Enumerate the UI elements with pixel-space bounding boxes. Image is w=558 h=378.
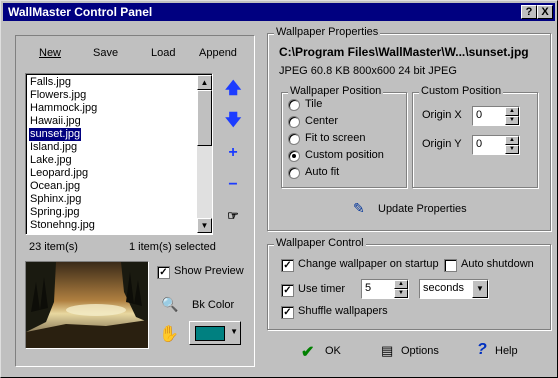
auto-shutdown-checkbox[interactable] bbox=[444, 259, 457, 272]
add-icon[interactable]: + bbox=[225, 145, 241, 161]
position-option-label: Custom position bbox=[305, 149, 384, 161]
file-listbox[interactable]: Falls.jpg Flowers.jpg Hammock.jpg Hawaii.jp… bbox=[25, 73, 213, 235]
wallpaper-properties-label: Wallpaper Properties bbox=[274, 26, 381, 38]
position-option-label: Tile bbox=[305, 98, 323, 110]
list-item[interactable]: sunset.jpg bbox=[27, 127, 83, 142]
wallpaper-position-label: Wallpaper Position bbox=[288, 85, 384, 97]
window-title: WallMaster Control Panel bbox=[8, 5, 153, 19]
spin-up-icon[interactable]: ▲ bbox=[394, 280, 408, 289]
list-item[interactable]: Leopard.jpg bbox=[29, 167, 89, 180]
auto-shutdown-label: Auto shutdown bbox=[461, 258, 534, 270]
control-panel-window: WallMaster Control Panel ? X New Save Lo… bbox=[0, 0, 558, 378]
origin-y-label: Origin Y bbox=[422, 138, 462, 150]
position-radio[interactable] bbox=[288, 99, 300, 111]
options-button[interactable]: Options bbox=[401, 345, 439, 357]
timer-spinner[interactable]: 5 ▲ ▼ bbox=[361, 279, 409, 299]
list-item[interactable]: Falls.jpg bbox=[29, 76, 72, 89]
shuffle-checkbox[interactable]: ✓ bbox=[281, 306, 294, 319]
help-title-button[interactable]: ? bbox=[521, 5, 537, 19]
timer-value: 5 bbox=[365, 282, 372, 294]
spin-up-icon[interactable]: ▲ bbox=[505, 136, 519, 145]
use-timer-checkbox[interactable]: ✓ bbox=[281, 284, 294, 297]
scroll-down-arrow-icon[interactable]: ▼ bbox=[197, 218, 212, 233]
list-item[interactable]: Flowers.jpg bbox=[29, 89, 87, 102]
list-item[interactable]: Sphinx.jpg bbox=[29, 193, 82, 206]
bk-color-label: Bk Color bbox=[192, 299, 235, 311]
position-radio[interactable] bbox=[288, 167, 300, 179]
origin-y-value: 0 bbox=[476, 138, 483, 150]
hand-icon[interactable]: ✋ bbox=[159, 324, 179, 344]
options-icon[interactable]: ▤ bbox=[381, 343, 393, 359]
new-label: New bbox=[39, 47, 62, 59]
title-bar[interactable]: WallMaster Control Panel ? X bbox=[3, 3, 555, 21]
dropdown-arrow-icon[interactable]: ▼ bbox=[472, 280, 488, 298]
wallpaper-control-label: Wallpaper Control bbox=[274, 237, 366, 249]
close-title-button[interactable]: X bbox=[537, 5, 553, 19]
position-option-label: Auto fit bbox=[305, 166, 340, 178]
bk-color-swatch bbox=[195, 326, 225, 341]
list-item[interactable]: Hammock.jpg bbox=[29, 102, 98, 115]
zoom-icon[interactable]: 🔍 bbox=[161, 296, 178, 313]
spin-down-icon[interactable]: ▼ bbox=[505, 116, 519, 125]
origin-x-value: 0 bbox=[476, 109, 483, 121]
show-preview-checkbox[interactable]: ✓ bbox=[157, 266, 170, 279]
position-radio[interactable] bbox=[288, 150, 300, 162]
show-preview-label: Show Preview bbox=[174, 265, 244, 277]
custom-position-label: Custom Position bbox=[419, 85, 504, 97]
change-on-startup-checkbox[interactable]: ✓ bbox=[281, 259, 294, 272]
dropdown-arrow-icon: ▼ bbox=[230, 327, 238, 336]
use-timer-label: Use timer bbox=[298, 283, 346, 295]
update-properties-icon[interactable]: ✎ bbox=[353, 200, 365, 217]
move-up-icon[interactable]: 🡅 bbox=[225, 81, 241, 97]
origin-x-label: Origin X bbox=[422, 109, 462, 121]
help-icon[interactable]: ? bbox=[477, 341, 487, 359]
list-item[interactable]: Ocean.jpg bbox=[29, 180, 81, 193]
change-on-startup-label: Change wallpaper on startup bbox=[298, 258, 439, 270]
list-item[interactable]: Lake.jpg bbox=[29, 154, 73, 167]
list-item[interactable]: Stonehng.jpg bbox=[29, 219, 96, 232]
origin-x-spinner[interactable]: 0 ▲ ▼ bbox=[472, 106, 520, 126]
position-radio[interactable] bbox=[288, 116, 300, 128]
bk-color-picker[interactable]: ▼ bbox=[189, 321, 241, 345]
selected-count: 1 item(s) selected bbox=[129, 241, 216, 253]
position-radio[interactable] bbox=[288, 133, 300, 145]
pointing-hand-icon[interactable]: ☞ bbox=[225, 208, 241, 224]
checkmark-icon[interactable]: ✔ bbox=[301, 342, 314, 362]
position-option-label: Fit to screen bbox=[305, 132, 366, 144]
origin-y-spinner[interactable]: 0 ▲ ▼ bbox=[472, 135, 520, 155]
scroll-up-arrow-icon[interactable]: ▲ bbox=[197, 75, 212, 90]
spin-up-icon[interactable]: ▲ bbox=[505, 107, 519, 116]
wallpaper-path: C:\Program Files\WallMaster\W...\sunset.… bbox=[279, 45, 529, 59]
scroll-thumb[interactable] bbox=[197, 90, 212, 146]
new-button[interactable]: New bbox=[39, 47, 61, 59]
move-down-icon[interactable]: 🡇 bbox=[225, 113, 241, 129]
help-button[interactable]: Help bbox=[495, 345, 518, 357]
save-button[interactable]: Save bbox=[93, 47, 118, 59]
list-item[interactable]: Island.jpg bbox=[29, 141, 78, 154]
load-button[interactable]: Load bbox=[151, 47, 175, 59]
spin-down-icon[interactable]: ▼ bbox=[394, 289, 408, 298]
list-item[interactable]: Spring.jpg bbox=[29, 206, 81, 219]
timer-unit-value: seconds bbox=[423, 282, 464, 294]
item-count: 23 item(s) bbox=[29, 241, 78, 253]
list-item[interactable]: Hawaii.jpg bbox=[29, 115, 82, 128]
append-button[interactable]: Append bbox=[199, 47, 237, 59]
list-scrollbar[interactable]: ▲ ▼ bbox=[197, 75, 212, 233]
shuffle-label: Shuffle wallpapers bbox=[298, 305, 388, 317]
timer-unit-select[interactable]: seconds ▼ bbox=[419, 279, 489, 299]
position-option-label: Center bbox=[305, 115, 339, 127]
remove-icon[interactable]: − bbox=[225, 177, 241, 193]
wallpaper-preview-image bbox=[25, 261, 149, 349]
wallpaper-info: JPEG 60.8 KB 800x600 24 bit JPEG bbox=[279, 65, 457, 77]
ok-button[interactable]: OK bbox=[325, 345, 341, 357]
update-properties-button[interactable]: Update Properties bbox=[378, 203, 467, 215]
spin-down-icon[interactable]: ▼ bbox=[505, 145, 519, 154]
